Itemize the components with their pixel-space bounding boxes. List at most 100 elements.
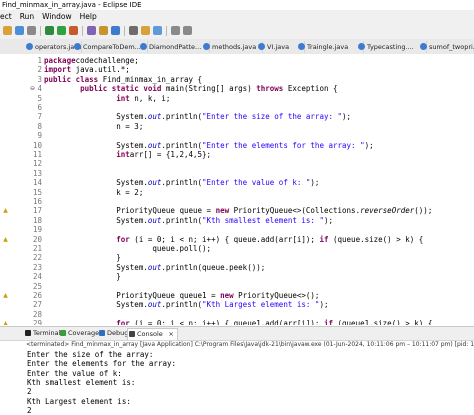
annotation-icon[interactable] (153, 26, 162, 35)
line-number: 21 (32, 244, 42, 253)
tab-sumof-twoprime[interactable]: sumof_twopri... (418, 41, 474, 53)
code-editor[interactable]: 1 packagecodechallenge; 2 import java.util.… (0, 54, 474, 325)
line-number: 12 (32, 159, 42, 169)
debug-icon[interactable] (45, 26, 54, 35)
code-line[interactable]: System.out.println("Kth smallest element… (44, 216, 333, 225)
tab-debug[interactable]: Debug (98, 328, 128, 339)
code-token: "Enter the value of k: " (202, 178, 311, 188)
console-line: 2 (27, 405, 32, 415)
tab-methods[interactable]: methods.java (201, 41, 263, 53)
external-tools-icon[interactable] (69, 26, 78, 35)
line-number: 4 (37, 84, 42, 94)
code-token: package (44, 56, 76, 65)
code-line[interactable]: PriorityQueue queue = new PriorityQueue<… (44, 206, 432, 215)
code-line[interactable]: System.out.println("Kth Largest element … (44, 300, 328, 309)
code-line[interactable]: PriorityQueue queue1 = new PriorityQueue… (44, 291, 319, 300)
code-token: .println( (161, 300, 203, 310)
menu-item-select[interactable]: ect (0, 12, 12, 21)
search-icon[interactable] (141, 26, 150, 35)
close-icon[interactable]: × (168, 329, 173, 340)
terminal-icon (25, 330, 31, 336)
line-number: 2 (37, 65, 42, 75)
menu-item-window[interactable]: Window (42, 12, 72, 21)
warning-icon[interactable]: ▲ (2, 207, 9, 214)
tab-terminal[interactable]: Terminal (24, 328, 60, 339)
fold-toggle-icon[interactable]: ⊖ (30, 85, 35, 92)
tab-coverage[interactable]: Coverage (59, 328, 99, 339)
open-type-icon[interactable] (129, 26, 138, 35)
line-number: 22 (32, 253, 42, 263)
java-file-icon (74, 43, 81, 50)
code-token: System. (44, 178, 148, 188)
code-token: PriorityQueue queue1 = (44, 291, 221, 300)
code-line[interactable]: } (44, 253, 121, 262)
tab-diamond-pattern[interactable]: DiamondPatte... (138, 41, 210, 53)
code-token: ); (323, 215, 333, 225)
new-class-icon[interactable] (111, 26, 120, 35)
line-number: 14 (32, 178, 42, 188)
warning-icon[interactable]: ▲ (2, 236, 9, 243)
code-token: "Enter the elements for the array: " (202, 140, 365, 150)
code-line[interactable]: System.out.println(queue.peek()); (44, 263, 265, 272)
code-token: ); (364, 140, 374, 150)
run-icon[interactable] (57, 26, 66, 35)
code-token: java.util.*; (71, 65, 130, 75)
code-line[interactable]: for (i = 0; i < n; i++) { queue1.add(arr… (44, 319, 432, 325)
code-token: (i = 0; i < n; i++) { queue1.add(arr[i])… (129, 319, 324, 325)
code-line[interactable]: System.out.println("Enter the elements f… (44, 140, 374, 150)
code-line[interactable]: public static void main(String[] args) t… (44, 84, 337, 94)
code-token: import (44, 65, 72, 75)
java-file-icon (358, 43, 365, 50)
code-line[interactable]: int n, k, i; (44, 94, 170, 103)
new-package-icon[interactable] (99, 26, 108, 35)
code-token: (queue.size() > k) { (328, 234, 424, 244)
code-token: PriorityQueue<>(); (233, 291, 320, 300)
code-token: out (147, 215, 162, 225)
code-line[interactable]: intarr[] = {1,2,4,5}; (44, 150, 211, 159)
new-icon[interactable] (3, 26, 12, 35)
save-icon[interactable] (15, 26, 24, 35)
code-token: new (215, 206, 230, 216)
forward-icon[interactable] (183, 26, 192, 35)
code-token: n, k, i; (129, 93, 171, 103)
tab-traingle[interactable]: Traingle.java (296, 41, 364, 53)
code-line[interactable]: } (44, 272, 121, 281)
menu-item-run[interactable]: Run (20, 12, 34, 21)
warning-icon[interactable]: ▲ (2, 292, 9, 299)
menu-item-help[interactable]: Help (80, 12, 97, 21)
code-token: int (116, 93, 130, 103)
warning-icon[interactable]: ▲ (2, 320, 9, 325)
code-token: throws (256, 84, 284, 94)
code-line[interactable]: public class Find_minmax_in_array { (44, 75, 202, 84)
code-token: System. (44, 215, 148, 225)
code-line[interactable]: n = 3; (44, 122, 143, 131)
code-token: PriorityQueue<>(Collections. (229, 206, 361, 216)
line-number: 3 (37, 74, 42, 84)
line-number: 13 (32, 168, 42, 178)
line-number: 25 (32, 281, 42, 291)
code-line[interactable]: packagecodechallenge; (44, 56, 139, 65)
code-line[interactable]: System.out.println("Enter the value of k… (44, 178, 319, 187)
code-line[interactable]: import java.util.*; (44, 65, 130, 74)
code-token: ()); (414, 206, 433, 216)
line-number: 6 (37, 103, 42, 112)
print-icon[interactable] (27, 26, 36, 35)
code-token: for (116, 234, 130, 244)
line-number: 10 (32, 140, 42, 150)
code-token: out (147, 112, 162, 122)
java-file-icon (258, 43, 265, 50)
code-line[interactable]: System.out.println("Enter the size of th… (44, 112, 351, 121)
code-token: arr[] = {1,2,4,5}; (129, 150, 212, 159)
back-icon[interactable] (171, 26, 180, 35)
code-line[interactable]: for (i = 0; i < n; i++) { queue.add(arr[… (44, 235, 423, 244)
code-line[interactable]: queue.poll(); (44, 244, 211, 253)
java-file-icon (203, 43, 210, 50)
code-token: .println(queue.peek()); (161, 262, 266, 272)
tab-console[interactable]: Console × (127, 328, 178, 340)
new-java-project-icon[interactable] (87, 26, 96, 35)
console-output[interactable]: Enter the size of the array: Enter the el… (0, 349, 474, 415)
line-number: 16 (32, 197, 42, 206)
tab-compare-to-demo[interactable]: CompareToDem... (72, 41, 148, 53)
code-line[interactable]: k = 2; (44, 188, 143, 197)
tab-typecasting[interactable]: Typecasting.... (356, 41, 427, 53)
